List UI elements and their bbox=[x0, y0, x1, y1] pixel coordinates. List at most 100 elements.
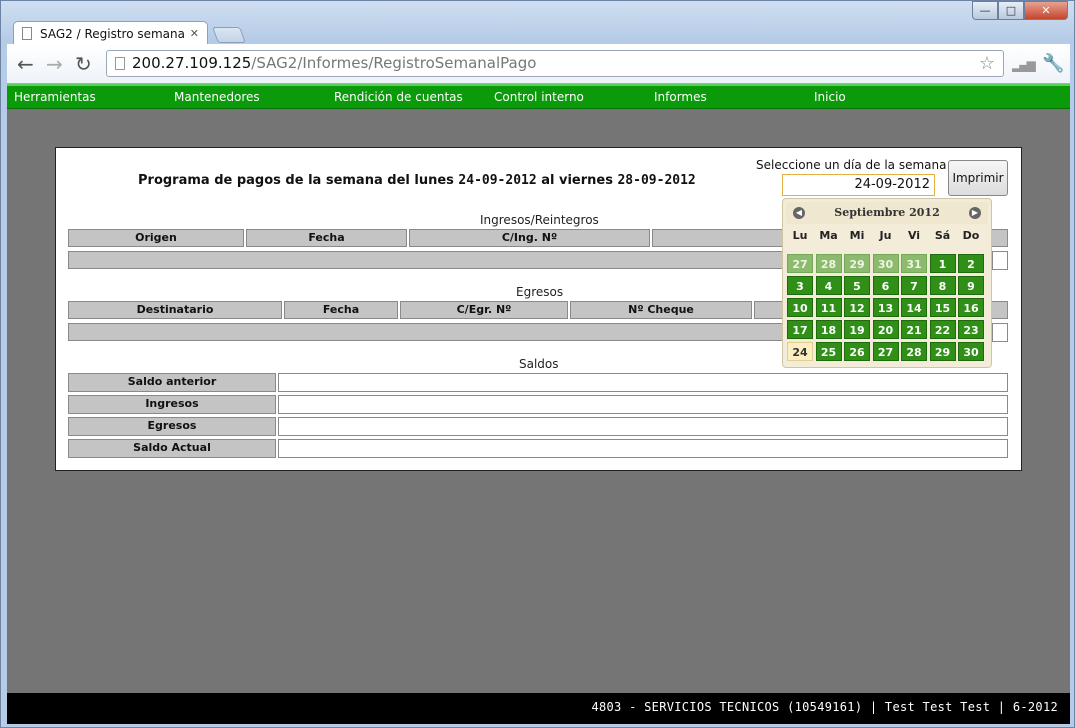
window-controls: — □ ✕ bbox=[972, 1, 1068, 20]
saldo-actual-label: Saldo Actual bbox=[68, 439, 276, 458]
calendar-day[interactable]: 21 bbox=[901, 320, 927, 339]
back-icon[interactable]: ← bbox=[17, 52, 34, 76]
calendar-day[interactable]: 11 bbox=[815, 298, 842, 317]
weekday-header: Ma bbox=[819, 229, 838, 242]
weekday-header: Lu bbox=[792, 229, 808, 242]
reload-icon[interactable]: ↻ bbox=[75, 52, 92, 76]
calendar-day[interactable]: 16 bbox=[958, 298, 984, 317]
calendar-day[interactable]: 6 bbox=[872, 276, 899, 295]
calendar-day[interactable]: 18 bbox=[815, 320, 842, 339]
minimize-button[interactable]: — bbox=[972, 1, 998, 20]
calendar-day[interactable]: 22 bbox=[929, 320, 956, 339]
calendar-day[interactable]: 30 bbox=[872, 254, 899, 273]
saldo-anterior-value bbox=[278, 373, 1008, 392]
report-panel: Programa de pagos de la semana del lunes… bbox=[55, 147, 1022, 471]
calendar-day[interactable]: 26 bbox=[844, 342, 870, 361]
menu-item-herramientas[interactable]: Herramientas bbox=[14, 90, 96, 104]
page-title: Programa de pagos de la semana del lunes… bbox=[138, 173, 696, 188]
calendar-day[interactable]: 5 bbox=[844, 276, 870, 295]
weekday-header: Do bbox=[962, 229, 980, 242]
status-footer: 4803 - SERVICIOS TECNICOS (10549161) | T… bbox=[7, 693, 1070, 724]
calendar-month-label: Septiembre 2012 bbox=[786, 202, 988, 224]
bookmark-star-icon[interactable]: ☆ bbox=[979, 51, 995, 76]
close-window-button[interactable]: ✕ bbox=[1024, 1, 1068, 20]
tab-title: SAG2 / Registro semanal d bbox=[40, 26, 186, 41]
next-month-icon[interactable]: ▶ bbox=[969, 207, 981, 219]
calendar-day[interactable]: 29 bbox=[844, 254, 870, 273]
browser-window: — □ ✕ SAG2 / Registro semanal d ✕ ← → ↻ … bbox=[0, 0, 1075, 728]
calendar-day[interactable]: 14 bbox=[901, 298, 927, 317]
menu-item-inicio[interactable]: Inicio bbox=[814, 90, 846, 104]
calendar-day[interactable]: 20 bbox=[872, 320, 899, 339]
address-bar[interactable]: 200.27.109.125/SAG2/Informes/RegistroSem… bbox=[106, 50, 1004, 77]
weekday-header: Ju bbox=[879, 229, 892, 242]
datepicker-calendar: Septiembre 2012 ◀ ▶ Lu Ma Mi Ju Vi Sá Do 27 28 29… bbox=[782, 198, 992, 368]
browser-tab[interactable]: SAG2 / Registro semanal d ✕ bbox=[13, 21, 208, 45]
calendar-day[interactable]: 13 bbox=[872, 298, 899, 317]
signal-bars-icon: ▂▄▆ bbox=[1012, 58, 1036, 72]
calendar-day[interactable]: 31 bbox=[901, 254, 927, 273]
date-input[interactable]: 24-09-2012 bbox=[782, 174, 935, 196]
url-path: /SAG2/Informes/RegistroSemanalPago bbox=[251, 54, 537, 72]
menu-item-control-interno[interactable]: Control interno bbox=[494, 90, 584, 104]
calendar-day[interactable]: 10 bbox=[787, 298, 813, 317]
calendar-day[interactable]: 12 bbox=[844, 298, 870, 317]
prev-month-icon[interactable]: ◀ bbox=[793, 207, 805, 219]
calendar-day[interactable]: 28 bbox=[901, 342, 927, 361]
calendar-day[interactable]: 27 bbox=[872, 342, 899, 361]
calendar-day[interactable]: 17 bbox=[787, 320, 813, 339]
calendar-day[interactable]: 4 bbox=[815, 276, 842, 295]
calendar-day[interactable]: 9 bbox=[958, 276, 984, 295]
page-content: Herramientas Mantenedores Rendición de c… bbox=[7, 84, 1070, 724]
column-header-fecha: Fecha bbox=[284, 301, 398, 319]
calendar-day[interactable]: 3 bbox=[787, 276, 813, 295]
calendar-day[interactable]: 23 bbox=[958, 320, 984, 339]
menu-item-informes[interactable]: Informes bbox=[654, 90, 707, 104]
calendar-day[interactable]: 19 bbox=[844, 320, 870, 339]
ingresos-total-value bbox=[992, 251, 1008, 270]
calendar-day[interactable]: 28 bbox=[815, 254, 842, 273]
egresos-total-value bbox=[992, 323, 1008, 342]
column-header-n-cheque: Nº Cheque bbox=[570, 301, 752, 319]
browser-toolbar: ← → ↻ 200.27.109.125/SAG2/Informes/Regis… bbox=[7, 44, 1070, 84]
column-header-c-ing: C/Ing. Nº bbox=[409, 229, 650, 247]
weekday-header: Mi bbox=[849, 229, 865, 242]
url-host: 200.27.109.125 bbox=[132, 54, 252, 72]
forward-icon[interactable]: → bbox=[46, 52, 63, 76]
menu-item-rendicion[interactable]: Rendición de cuentas bbox=[334, 90, 463, 104]
egresos-value bbox=[278, 417, 1008, 436]
calendar-day[interactable]: 7 bbox=[901, 276, 927, 295]
wrench-icon[interactable]: 🔧 bbox=[1042, 53, 1064, 74]
column-header-destinatario: Destinatario bbox=[68, 301, 282, 319]
calendar-day[interactable]: 24 bbox=[787, 342, 813, 361]
menu-item-mantenedores[interactable]: Mantenedores bbox=[174, 90, 260, 104]
main-menu: Herramientas Mantenedores Rendición de c… bbox=[7, 84, 1070, 109]
calendar-day[interactable]: 25 bbox=[815, 342, 842, 361]
new-tab-button[interactable] bbox=[212, 27, 246, 43]
calendar-day[interactable]: 1 bbox=[929, 254, 956, 273]
saldos-section-title: Saldos bbox=[519, 357, 559, 371]
maximize-button[interactable]: □ bbox=[998, 1, 1024, 20]
weekday-header: Vi bbox=[907, 229, 921, 242]
page-icon bbox=[22, 27, 32, 40]
ingresos-value bbox=[278, 395, 1008, 414]
select-day-label: Seleccione un día de la semana bbox=[756, 158, 947, 172]
column-header-c-egr: C/Egr. Nº bbox=[400, 301, 568, 319]
calendar-day[interactable]: 15 bbox=[929, 298, 956, 317]
egresos-section-title: Egresos bbox=[516, 285, 564, 299]
saldo-anterior-label: Saldo anterior bbox=[68, 373, 276, 392]
calendar-day[interactable]: 2 bbox=[958, 254, 984, 273]
calendar-day[interactable]: 29 bbox=[929, 342, 956, 361]
weekday-header: Sá bbox=[934, 229, 951, 242]
column-header-origen: Origen bbox=[68, 229, 244, 247]
close-tab-icon[interactable]: ✕ bbox=[190, 27, 199, 40]
ingresos-section-title: Ingresos/Reintegros bbox=[480, 213, 599, 227]
print-button[interactable]: Imprimir bbox=[948, 160, 1008, 196]
egresos-label: Egresos bbox=[68, 417, 276, 436]
calendar-day[interactable]: 27 bbox=[787, 254, 813, 273]
page-icon bbox=[115, 57, 125, 70]
ingresos-label: Ingresos bbox=[68, 395, 276, 414]
calendar-day[interactable]: 8 bbox=[929, 276, 956, 295]
saldo-actual-value bbox=[278, 439, 1008, 458]
calendar-day[interactable]: 30 bbox=[958, 342, 984, 361]
